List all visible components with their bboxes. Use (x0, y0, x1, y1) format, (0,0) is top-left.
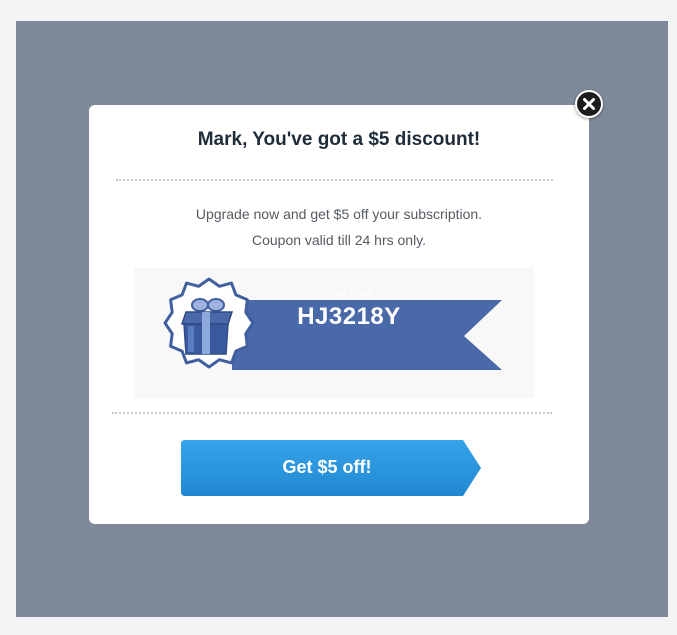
get-discount-button[interactable]: Get $5 off! (181, 440, 481, 496)
description-line-2: Coupon valid till 24 hrs only. (251, 232, 427, 248)
coupon-banner: Your code HJ3218Y (134, 268, 534, 398)
modal-title: Mark, You've got a $5 discount! (197, 129, 481, 150)
discount-modal: Mark, You've got a $5 discount! Upgrade … (89, 105, 589, 524)
description-line-1: Upgrade now and get $5 off your subscrip… (195, 206, 483, 222)
close-button[interactable] (575, 90, 603, 118)
get-discount-button-label: Get $5 off! (282, 457, 372, 477)
coupon-code: HJ3218Y (297, 303, 401, 330)
close-icon (583, 98, 595, 110)
divider (116, 179, 553, 181)
divider (112, 412, 552, 414)
coupon-code-label: Your code (324, 288, 374, 300)
